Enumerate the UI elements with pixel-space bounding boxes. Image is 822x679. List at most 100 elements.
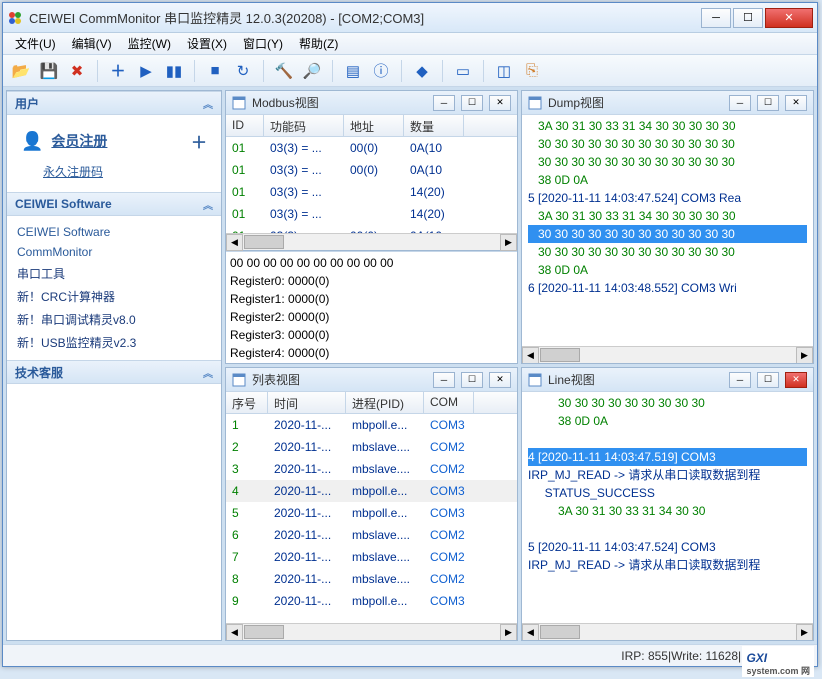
watermark-logo: GXIsystem.com 网	[742, 646, 814, 677]
column-header[interactable]: 进程(PID)	[346, 392, 424, 413]
menu-item[interactable]: 设置(X)	[179, 33, 235, 54]
sidebar-support-header[interactable]: 技术客服︽	[7, 360, 221, 384]
pane-min-button[interactable]: ─	[729, 372, 751, 388]
properties-icon[interactable]: ▤	[341, 59, 365, 83]
add-member-icon[interactable]: ＋	[191, 129, 207, 153]
stop-icon[interactable]: ■	[203, 59, 227, 83]
table-row[interactable]: 0103(3) = ...00(0)0A(10	[226, 159, 517, 181]
exit-icon[interactable]: ⎘	[520, 59, 544, 83]
app-window: CEIWEI CommMonitor 串口监控精灵 12.0.3(20208) …	[2, 2, 818, 667]
table-row[interactable]: 0103(3) = ...00(0)0A(10	[226, 137, 517, 159]
dump-pane: Dump视图 ─ ☐ ✕ 3A 30 31 30 33 31 34 30 30 …	[521, 90, 814, 364]
pane-min-button[interactable]: ─	[433, 372, 455, 388]
software-link[interactable]: CEIWEI Software	[17, 222, 211, 242]
hscrollbar[interactable]: ◀▶	[522, 623, 813, 640]
open-icon[interactable]: 📂	[9, 59, 33, 83]
column-header[interactable]: 功能码	[264, 115, 344, 136]
titlebar: CEIWEI CommMonitor 串口监控精灵 12.0.3(20208) …	[3, 3, 817, 33]
layout-icon[interactable]: ◫	[492, 59, 516, 83]
modbus-pane: Modbus视图 ─ ☐ ✕ ID功能码地址数量 0103(3) = ...00…	[225, 90, 518, 364]
chevron-up-icon: ︽	[203, 365, 213, 380]
table-row[interactable]: 62020-11-...mbslave....COM2	[226, 524, 517, 546]
menu-item[interactable]: 监控(W)	[120, 33, 179, 54]
tools-icon[interactable]: 🔨	[272, 59, 296, 83]
software-link[interactable]: 新！串口调试精灵v8.0	[17, 308, 211, 331]
pane-max-button[interactable]: ☐	[461, 372, 483, 388]
pane-max-button[interactable]: ☐	[461, 95, 483, 111]
table-row[interactable]: 42020-11-...mbpoll.e...COM3	[226, 480, 517, 502]
table-row[interactable]: 0103(3) = ...14(20)	[226, 203, 517, 225]
view-icon	[528, 96, 542, 110]
play-icon[interactable]: ▶	[134, 59, 158, 83]
pane-close-button[interactable]: ✕	[785, 95, 807, 111]
pane-min-button[interactable]: ─	[433, 95, 455, 111]
maximize-button[interactable]: ☐	[733, 8, 763, 28]
app-icon	[7, 10, 23, 26]
perm-reg-link[interactable]: 永久注册码	[17, 161, 211, 186]
software-link[interactable]: 新！USB监控精灵v2.3	[17, 331, 211, 354]
person-icon: 👤	[21, 131, 43, 152]
software-link[interactable]: 串口工具	[17, 262, 211, 285]
table-row[interactable]: 12020-11-...mbpoll.e...COM3	[226, 414, 517, 436]
window-title: CEIWEI CommMonitor 串口监控精灵 12.0.3(20208) …	[29, 8, 701, 27]
member-register-link[interactable]: 会员注册	[51, 131, 107, 151]
software-link[interactable]: CommMonitor	[17, 242, 211, 262]
table-row[interactable]: 22020-11-...mbslave....COM2	[226, 436, 517, 458]
menubar: 文件(U)编辑(V)监控(W)设置(X)窗口(Y)帮助(Z)	[3, 33, 817, 55]
save-icon[interactable]: 💾	[37, 59, 61, 83]
hscrollbar[interactable]: ◀▶	[522, 346, 813, 363]
view-icon	[232, 96, 246, 110]
pane-max-button[interactable]: ☐	[757, 95, 779, 111]
list-pane: 列表视图 ─ ☐ ✕ 序号时间进程(PID)COM 12020-11-...mb…	[225, 367, 518, 641]
pane-close-button[interactable]: ✕	[489, 95, 511, 111]
column-header[interactable]: 地址	[344, 115, 404, 136]
table-row[interactable]: 32020-11-...mbslave....COM2	[226, 458, 517, 480]
line-pane: Line视图 ─ ☐ ✕ 30 30 30 30 30 30 30 30 30 …	[521, 367, 814, 641]
sidebar-software-header[interactable]: CEIWEI Software︽	[7, 192, 221, 216]
table-row[interactable]: 52020-11-...mbpoll.e...COM3	[226, 502, 517, 524]
chevron-up-icon: ︽	[203, 96, 213, 111]
find-icon[interactable]: 🔎	[300, 59, 324, 83]
column-header[interactable]: 数量	[404, 115, 464, 136]
sidebar-user-header[interactable]: 用户︽	[7, 91, 221, 115]
book-icon[interactable]: ◆	[410, 59, 434, 83]
modbus-raw-area: 00 00 00 00 00 00 00 00 00 00Register0: …	[226, 251, 517, 363]
close-button[interactable]: ✕	[765, 8, 813, 28]
view-icon	[232, 373, 246, 387]
window-icon[interactable]: ▭	[451, 59, 475, 83]
delete-icon[interactable]: ✖	[65, 59, 89, 83]
column-header[interactable]: COM	[424, 392, 474, 413]
toolbar: 📂 💾 ✖ ＋ ▶ ▮▮ ■ ↻ 🔨 🔎 ▤ ⓘ ◆ ▭ ◫ ⎘	[3, 55, 817, 87]
table-row[interactable]: 72020-11-...mbslave....COM2	[226, 546, 517, 568]
statusbar: IRP: 855|Write: 11628|Read: 11628	[3, 644, 817, 666]
hscrollbar[interactable]: ◀▶	[226, 623, 517, 640]
pane-close-button[interactable]: ✕	[785, 372, 807, 388]
menu-item[interactable]: 帮助(Z)	[291, 33, 346, 54]
list-title: 列表视图	[252, 371, 427, 388]
menu-item[interactable]: 编辑(V)	[64, 33, 120, 54]
software-link[interactable]: 新！CRC计算神器	[17, 285, 211, 308]
pane-close-button[interactable]: ✕	[489, 372, 511, 388]
column-header[interactable]: 序号	[226, 392, 268, 413]
view-icon	[528, 373, 542, 387]
pane-max-button[interactable]: ☐	[757, 372, 779, 388]
member-register-row: 👤 会员注册 ＋	[17, 121, 211, 161]
pause-icon[interactable]: ▮▮	[162, 59, 186, 83]
column-header[interactable]: ID	[226, 115, 264, 136]
modbus-title: Modbus视图	[252, 94, 427, 111]
menu-item[interactable]: 文件(U)	[7, 33, 64, 54]
table-row[interactable]: 0103(3) = ...00(0)0A(10	[226, 225, 517, 233]
column-header[interactable]: 时间	[268, 392, 346, 413]
menu-item[interactable]: 窗口(Y)	[235, 33, 291, 54]
pane-min-button[interactable]: ─	[729, 95, 751, 111]
hscrollbar[interactable]: ◀▶	[226, 233, 517, 250]
table-row[interactable]: 0103(3) = ...14(20)	[226, 181, 517, 203]
minimize-button[interactable]: ─	[701, 8, 731, 28]
dump-title: Dump视图	[548, 94, 723, 111]
chevron-up-icon: ︽	[203, 197, 213, 212]
info-icon[interactable]: ⓘ	[369, 59, 393, 83]
refresh-icon[interactable]: ↻	[231, 59, 255, 83]
table-row[interactable]: 92020-11-...mbpoll.e...COM3	[226, 590, 517, 612]
table-row[interactable]: 82020-11-...mbslave....COM2	[226, 568, 517, 590]
add-icon[interactable]: ＋	[106, 59, 130, 83]
